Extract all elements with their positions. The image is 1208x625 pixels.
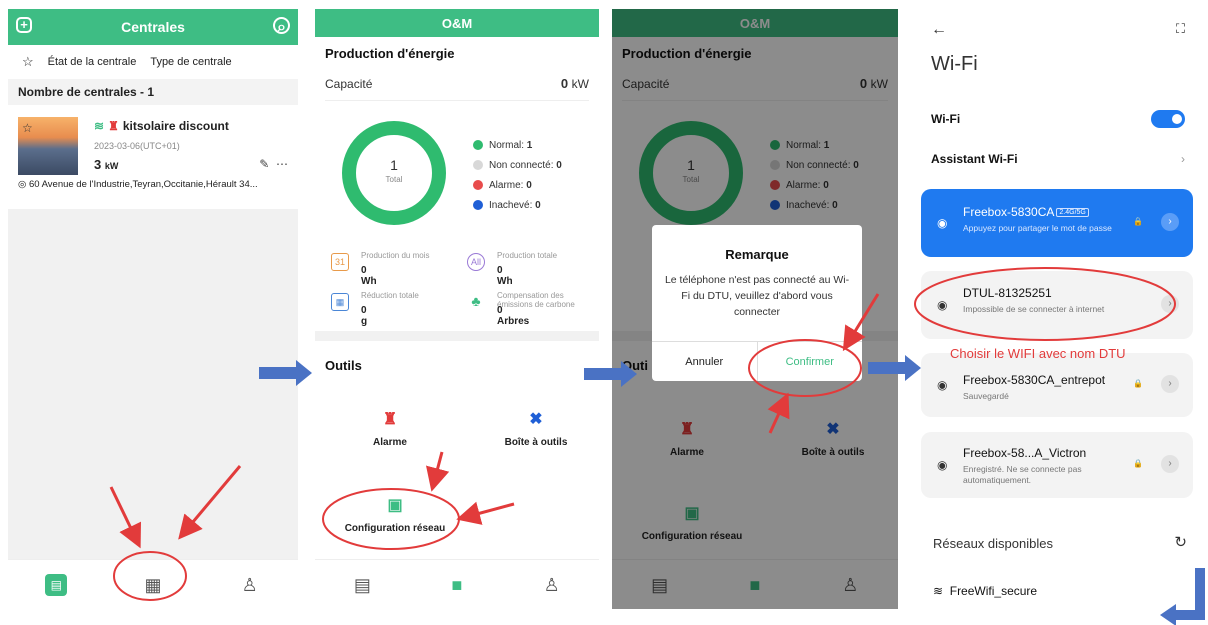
section-divider: [315, 331, 599, 341]
plant-card[interactable]: ☆ ≋ ♜ kitsolaire discount 2023-03-06(UTC+0…: [8, 105, 298, 177]
back-arrow-icon[interactable]: ←: [931, 21, 947, 39]
nav-profile-icon[interactable]: ♙: [239, 574, 261, 596]
om-header: O&M: [315, 9, 599, 37]
filter-bar: ☆ État de la centrale Type de centrale: [8, 45, 298, 79]
phone-om-screen: O&M Production d'énergie Capacité 0 kW 1…: [315, 9, 599, 609]
star-icon[interactable]: ☆: [22, 54, 34, 70]
phone-wifi-settings: ← ⛶ Wi-Fi Wi-Fi Assistant Wi-Fi › ◉ Freeb…: [913, 9, 1203, 609]
wifi-toggle[interactable]: [1151, 110, 1185, 128]
nav-apps-icon[interactable]: ■: [446, 574, 468, 596]
nav-apps-icon[interactable]: ▦: [142, 574, 164, 596]
lock-icon: 🔒: [1133, 217, 1143, 226]
status-donut: 1 Total: [342, 121, 446, 225]
nav-plants-icon[interactable]: ▤: [351, 574, 373, 596]
plant-count: Nombre de centrales - 1: [8, 79, 298, 105]
network-entrepot[interactable]: ◉ Freebox-5830CA_entrepot Sauvegardé 🔒 ›: [921, 353, 1193, 417]
tool-alarm[interactable]: ♜ Alarme: [355, 409, 425, 448]
wifi-icon: ◉: [937, 216, 948, 230]
refresh-icon[interactable]: ↻: [1174, 533, 1187, 551]
more-icon[interactable]: ⋯: [276, 157, 288, 171]
dialog-buttons: Annuler Confirmer: [652, 341, 862, 381]
plant-date: 2023-03-06(UTC+01): [94, 141, 180, 151]
filter-state[interactable]: État de la centrale: [48, 56, 137, 68]
star-icon[interactable]: ☆: [22, 121, 33, 135]
calendar-icon: 31: [331, 253, 349, 271]
nav-plants-icon[interactable]: ▤: [45, 573, 68, 596]
header-title: Centrales: [121, 19, 185, 35]
wifi-topbar: ← ⛶: [913, 9, 1203, 49]
alert-icon: ♜: [108, 119, 119, 133]
add-icon[interactable]: +: [16, 17, 32, 33]
tree-icon: ♣: [471, 293, 481, 309]
tools-section-title: Outils: [325, 358, 362, 373]
phone-plants-screen: + Centrales ⌕ ☆ État de la centrale Type…: [8, 9, 298, 609]
energy-section-title: Production d'énergie: [325, 46, 455, 61]
available-networks-label: Réseaux disponibles: [933, 536, 1053, 551]
plant-actions: ✎ ⋯: [259, 157, 288, 171]
phone-om-dialog-screen: O&M Production d'énergie Capacité 0 kW 1…: [612, 9, 898, 609]
status-legend: Normal: 1 Non connecté: 0 Alarme: 0 Inac…: [473, 135, 562, 215]
capacity-row: Capacité 0 kW: [325, 67, 589, 101]
empty-area: [8, 209, 298, 559]
all-icon: All: [467, 253, 485, 271]
details-button[interactable]: ›: [1161, 295, 1179, 313]
network-dtu[interactable]: ◉ DTUL-81325251 Impossible de se connect…: [921, 271, 1193, 339]
remark-dialog: Remarque Le téléphone n'est pas connecté…: [652, 225, 862, 381]
plant-capacity: 3 kW: [94, 157, 119, 172]
plants-header: + Centrales ⌕: [8, 9, 298, 45]
alarm-icon: ♜: [382, 411, 398, 428]
details-button[interactable]: ›: [1161, 213, 1179, 231]
chevron-right-icon: ›: [1181, 152, 1185, 166]
wifi-icon: ◉: [937, 298, 948, 312]
wifi-icon: ≋: [94, 119, 105, 133]
details-button[interactable]: ›: [1161, 375, 1179, 393]
cancel-button[interactable]: Annuler: [652, 342, 757, 381]
lock-icon: 🔒: [1133, 379, 1143, 388]
plant-thumbnail: ☆: [18, 117, 78, 175]
wifi-toggle-row[interactable]: Wi-Fi: [913, 99, 1203, 139]
network-freebox[interactable]: ◉ Freebox-5830CA 2.4G/5G Appuyez pour par…: [921, 189, 1193, 257]
tool-toolbox[interactable]: ✖ Boîte à outils: [491, 409, 581, 448]
wifi-icon: ◉: [937, 458, 948, 472]
toolbox-icon: ✖: [529, 411, 543, 428]
confirm-button[interactable]: Confirmer: [756, 342, 863, 381]
annotation-note: Choisir le WIFI avec nom DTU: [950, 346, 1126, 361]
dialog-message: Le téléphone n'est pas connecté au Wi-Fi…: [664, 274, 850, 318]
router-icon: ▣: [387, 497, 403, 514]
bottom-nav: ▤ ■ ♙: [315, 559, 599, 609]
wifi-icon: ◉: [937, 378, 948, 392]
dialog-title: Remarque: [725, 247, 789, 262]
co2-icon: ▦: [331, 293, 349, 311]
details-button[interactable]: ›: [1161, 455, 1179, 473]
wifi-page-title: Wi-Fi: [931, 53, 978, 75]
filter-type[interactable]: Type de centrale: [150, 56, 231, 68]
scan-icon[interactable]: ⛶: [1176, 21, 1185, 37]
network-victron[interactable]: ◉ Freebox-58...A_Victron Enregistré. Ne …: [921, 432, 1193, 498]
plant-name: ≋ ♜ kitsolaire discount: [94, 119, 229, 133]
network-freewifi[interactable]: ≋ FreeWifi_secure: [933, 584, 1037, 598]
edit-icon[interactable]: ✎: [259, 157, 269, 171]
nav-profile-icon[interactable]: ♙: [541, 574, 563, 596]
tutorial-composite: + Centrales ⌕ ☆ État de la centrale Type…: [0, 0, 1208, 625]
plant-address: ◎ 60 Avenue de l'Industrie,Teyran,Occita…: [18, 179, 258, 190]
wifi-assistant-row[interactable]: Assistant Wi-Fi ›: [913, 139, 1203, 179]
tool-network-config[interactable]: ▣ Configuration réseau: [335, 495, 455, 534]
search-icon[interactable]: ⌕: [273, 17, 290, 36]
bottom-nav: ▤ ▦ ♙: [8, 559, 298, 609]
lock-icon: 🔒: [1133, 459, 1143, 468]
